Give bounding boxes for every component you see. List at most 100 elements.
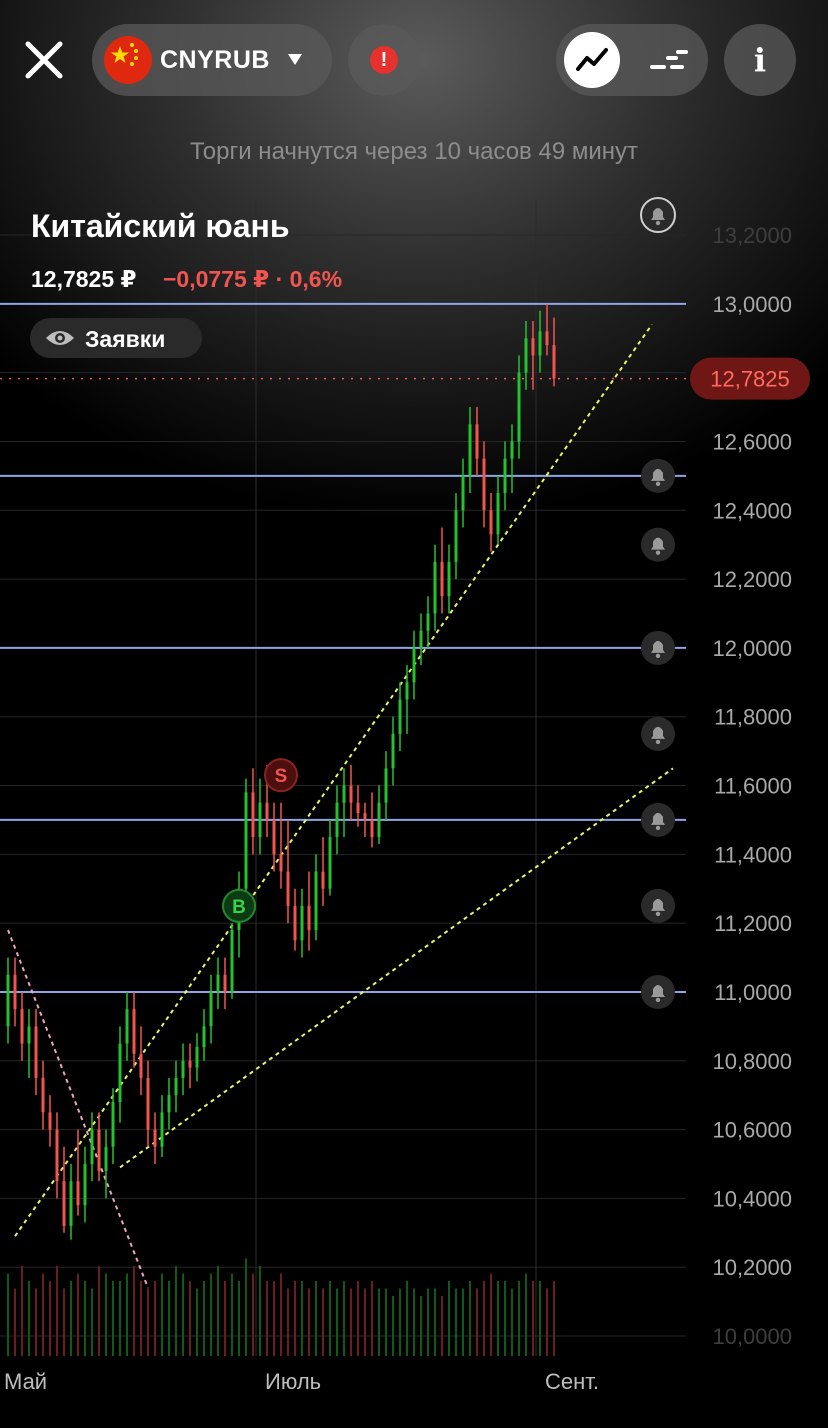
volume-bar xyxy=(49,1281,51,1356)
bell-icon[interactable] xyxy=(640,197,676,233)
volume-bar xyxy=(203,1281,205,1356)
candle-body xyxy=(27,1026,31,1044)
volume-bar xyxy=(77,1273,79,1356)
volume-bar xyxy=(518,1281,520,1356)
volume-bar xyxy=(259,1266,261,1356)
candle-body xyxy=(524,338,528,373)
bell-icon[interactable] xyxy=(641,716,675,751)
volume-bar xyxy=(98,1266,100,1356)
trend-line xyxy=(7,929,149,1289)
candle-body xyxy=(426,613,430,631)
volume-bar xyxy=(546,1288,548,1356)
y-tick-label: 12,4000 xyxy=(712,498,792,523)
bell-clapper xyxy=(655,997,661,1003)
volume-bar xyxy=(441,1296,443,1356)
volume-bar xyxy=(490,1273,492,1356)
volume-bar xyxy=(245,1258,247,1356)
bell-icon[interactable] xyxy=(641,630,675,665)
candle-body xyxy=(118,1043,122,1103)
bell-icon[interactable] xyxy=(641,458,675,493)
y-tick-label: 12,6000 xyxy=(712,429,792,454)
volume-bar xyxy=(483,1281,485,1356)
chart-type-toggle[interactable] xyxy=(556,24,708,96)
volume-bar xyxy=(112,1281,114,1356)
candle-body xyxy=(139,1053,143,1078)
bell-icon[interactable] xyxy=(641,974,675,1009)
warning-button[interactable]: ! xyxy=(348,24,420,96)
top-bar: CNYRUB ! i xyxy=(0,0,828,120)
volume-bar xyxy=(476,1288,478,1356)
volume-bar xyxy=(196,1288,198,1356)
volume-bar xyxy=(434,1288,436,1356)
volume-bar xyxy=(462,1288,464,1356)
volume-bar xyxy=(175,1266,177,1356)
candle-body xyxy=(125,1009,129,1044)
bell-icon[interactable] xyxy=(641,888,675,923)
x-tick-label: Сент. xyxy=(545,1369,599,1394)
volume-bar xyxy=(511,1288,513,1356)
candle-body xyxy=(272,819,276,855)
ticker-label: CNYRUB xyxy=(160,46,270,74)
y-tick-label: 12,2000 xyxy=(712,567,792,592)
candle-body xyxy=(209,991,213,1027)
candle-body xyxy=(55,1129,59,1182)
candle-body xyxy=(384,768,388,803)
candle-body xyxy=(174,1077,178,1096)
volume-bar xyxy=(161,1273,163,1356)
candles-chart-icon[interactable] xyxy=(648,46,688,74)
current-price: 12,7825 ₽ xyxy=(31,266,137,292)
y-tick-label: 10,8000 xyxy=(712,1049,792,1074)
candle-body xyxy=(363,813,367,820)
trend-lines xyxy=(7,323,674,1289)
candle-body xyxy=(48,1112,52,1130)
trade-marker: B xyxy=(222,888,256,923)
bell-icon[interactable] xyxy=(641,802,675,837)
china-flag-icon xyxy=(104,36,152,84)
bell-clapper xyxy=(655,481,661,487)
y-tick-label: 10,4000 xyxy=(712,1186,792,1211)
volume-bar xyxy=(28,1281,30,1356)
volume-bar xyxy=(210,1273,212,1356)
candle-body xyxy=(447,561,451,597)
volume-bar xyxy=(497,1281,499,1356)
volume-bar xyxy=(294,1281,296,1356)
chevron-down-icon xyxy=(288,54,302,65)
current-price-tag: 12,7825 xyxy=(690,357,810,400)
ticker-selector[interactable]: CNYRUB xyxy=(92,24,332,96)
candle-body xyxy=(188,1060,192,1068)
volume-bar xyxy=(63,1288,65,1356)
candle-body xyxy=(510,441,514,459)
candle-body xyxy=(503,458,507,494)
volume-bar xyxy=(105,1273,107,1356)
candle-body xyxy=(153,1129,157,1147)
candle-body xyxy=(13,974,17,1010)
volume-bar xyxy=(413,1288,415,1356)
bell-icon[interactable] xyxy=(641,527,675,562)
close-icon[interactable] xyxy=(22,38,66,82)
volume-bar xyxy=(371,1281,373,1356)
y-tick-label: 11,4000 xyxy=(714,842,792,867)
orders-button[interactable]: Заявки xyxy=(30,318,202,358)
line-chart-icon[interactable] xyxy=(564,32,620,88)
candle-body xyxy=(307,905,311,931)
volume-bar xyxy=(455,1288,457,1356)
candle-body xyxy=(286,871,290,906)
candle-body xyxy=(76,1181,80,1206)
info-icon[interactable]: i xyxy=(724,24,796,96)
marker-label: B xyxy=(232,897,246,918)
candle-body xyxy=(377,802,381,838)
eye-icon xyxy=(44,326,76,350)
candle-body xyxy=(62,1181,66,1226)
volume-bars xyxy=(7,1258,555,1356)
volume-bar xyxy=(420,1296,422,1356)
y-tick-label: 11,2000 xyxy=(714,911,792,936)
candle-body xyxy=(405,682,409,700)
volume-bar xyxy=(154,1281,156,1356)
candle-body xyxy=(279,854,283,872)
candle-body xyxy=(293,905,297,941)
candle-body xyxy=(496,493,500,535)
candle-body xyxy=(461,475,465,511)
candle-body xyxy=(391,733,395,769)
candle-body xyxy=(230,930,234,992)
candle-body xyxy=(223,974,227,992)
